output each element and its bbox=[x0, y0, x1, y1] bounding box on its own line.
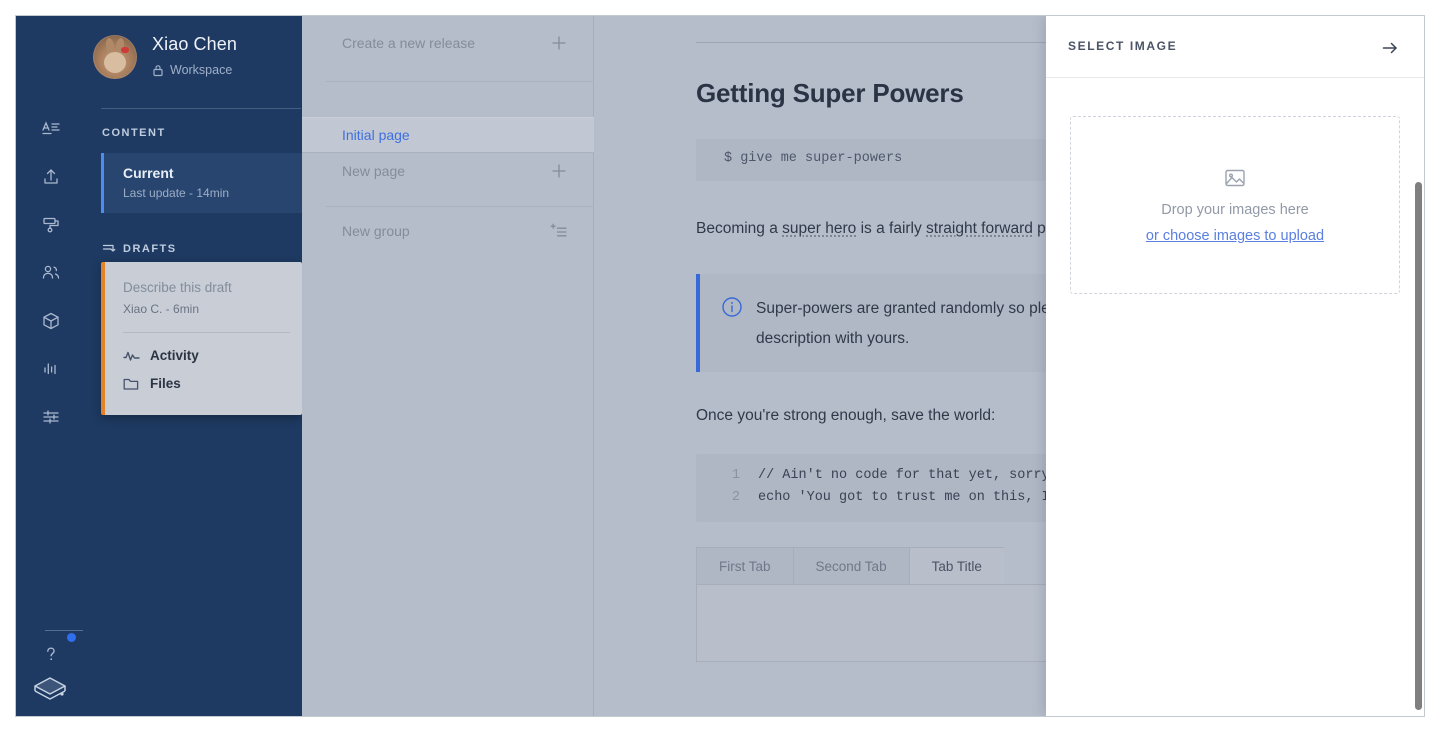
bar-chart-icon[interactable] bbox=[33, 351, 69, 387]
create-new-release-label: Create a new release bbox=[342, 35, 476, 51]
draft-activity-link[interactable]: Activity bbox=[123, 348, 199, 363]
tab-strip: First Tab Second Tab Tab Title bbox=[696, 547, 1004, 585]
sidebar-item-current[interactable]: Current Last update - 14min bbox=[101, 153, 302, 213]
draft-popup-card[interactable]: Describe this draft Xiao C. - 6min Activ… bbox=[101, 262, 302, 415]
drafts-section-label: DRAFTS bbox=[123, 243, 177, 255]
draft-files-link[interactable]: Files bbox=[123, 376, 181, 391]
rail-divider bbox=[45, 630, 83, 631]
create-new-release-row[interactable]: Create a new release bbox=[302, 25, 594, 61]
spellcheck-straight-forward: straight forward bbox=[926, 220, 1033, 237]
shell-command-text: $ give me super-powers bbox=[724, 151, 903, 166]
new-group-row[interactable]: New group bbox=[302, 213, 594, 249]
box-icon[interactable] bbox=[33, 303, 69, 339]
arrow-right-icon[interactable] bbox=[1378, 36, 1402, 60]
content-section-label: CONTENT bbox=[102, 127, 166, 139]
tab-second-tab[interactable]: Second Tab bbox=[792, 547, 909, 585]
profile-header[interactable]: Xiao Chen Workspace bbox=[86, 16, 350, 108]
choose-images-link[interactable]: or choose images to upload bbox=[1146, 228, 1324, 244]
image-dropzone[interactable]: Drop your images here or choose images t… bbox=[1070, 116, 1400, 294]
page-title: Getting Super Powers bbox=[696, 78, 964, 108]
draft-files-label: Files bbox=[150, 376, 181, 391]
current-title: Current bbox=[123, 165, 174, 181]
lock-icon bbox=[152, 64, 164, 77]
help-icon[interactable] bbox=[33, 636, 69, 672]
drafts-icon bbox=[102, 242, 116, 256]
new-page-row[interactable]: New page bbox=[302, 153, 594, 189]
panel-scrollbar-thumb[interactable] bbox=[1415, 182, 1422, 710]
draft-meta: Xiao C. - 6min bbox=[123, 302, 200, 316]
info-circle-icon bbox=[721, 296, 743, 318]
users-icon[interactable] bbox=[33, 255, 69, 291]
image-placeholder-icon bbox=[1223, 166, 1247, 190]
page-panel-divider-2 bbox=[326, 206, 594, 207]
draft-card-divider bbox=[123, 332, 290, 333]
paragraph-1-before: Becoming a bbox=[696, 220, 783, 237]
help-notification-dot bbox=[67, 633, 76, 642]
new-page-label: New page bbox=[342, 163, 406, 179]
page-row-initial-page[interactable]: Initial page bbox=[302, 117, 594, 153]
app-window: Xiao Chen Workspace CONTENT Current Last… bbox=[16, 16, 1424, 716]
paragraph-2: Once you're strong enough, save the worl… bbox=[696, 407, 996, 424]
sidebar-divider bbox=[101, 108, 301, 109]
code-line: 1 // Ain't no code for that yet, sorry bbox=[696, 468, 1050, 483]
add-group-icon[interactable] bbox=[548, 222, 568, 240]
activity-icon bbox=[123, 349, 140, 363]
left-sidebar: Xiao Chen Workspace CONTENT Current Last… bbox=[16, 16, 350, 716]
current-subtitle: Last update - 14min bbox=[123, 186, 230, 200]
layers-icon[interactable] bbox=[29, 668, 73, 712]
sliders-icon[interactable] bbox=[33, 399, 69, 435]
workspace-label: Workspace bbox=[170, 63, 233, 77]
draft-description: Describe this draft bbox=[123, 280, 232, 295]
icon-rail bbox=[16, 16, 86, 716]
page-panel-divider-1 bbox=[326, 81, 594, 82]
text-format-icon[interactable] bbox=[33, 111, 69, 147]
plus-icon[interactable] bbox=[550, 34, 568, 52]
upload-icon[interactable] bbox=[33, 159, 69, 195]
tab-first-tab[interactable]: First Tab bbox=[696, 547, 793, 585]
plus-icon[interactable] bbox=[550, 162, 568, 180]
workspace-row: Workspace bbox=[152, 63, 232, 77]
drafts-section-header[interactable]: DRAFTS bbox=[102, 242, 177, 256]
select-image-panel: SELECT IMAGE Drop your images here or ch… bbox=[1046, 16, 1424, 716]
draft-activity-label: Activity bbox=[150, 348, 199, 363]
tab-tab-title[interactable]: Tab Title bbox=[908, 547, 1004, 585]
spellcheck-super-hero: super hero bbox=[782, 220, 857, 237]
code-line-source: // Ain't no code for that yet, sorry bbox=[758, 468, 1050, 483]
avatar bbox=[93, 35, 137, 79]
select-image-header: SELECT IMAGE bbox=[1046, 16, 1424, 78]
code-line-number: 1 bbox=[731, 468, 740, 483]
profile-name: Xiao Chen bbox=[152, 34, 237, 54]
folder-icon bbox=[123, 377, 140, 391]
code-line-number: 2 bbox=[731, 490, 740, 505]
select-image-title: SELECT IMAGE bbox=[1068, 39, 1178, 53]
paragraph-1-middle: is a fairly bbox=[856, 220, 927, 237]
initial-page-label: Initial page bbox=[342, 127, 410, 143]
new-group-label: New group bbox=[342, 223, 410, 239]
dropzone-primary-text: Drop your images here bbox=[1161, 202, 1309, 218]
page-list-panel: Create a new release Initial page New pa… bbox=[302, 16, 594, 716]
paint-roller-icon[interactable] bbox=[33, 207, 69, 243]
